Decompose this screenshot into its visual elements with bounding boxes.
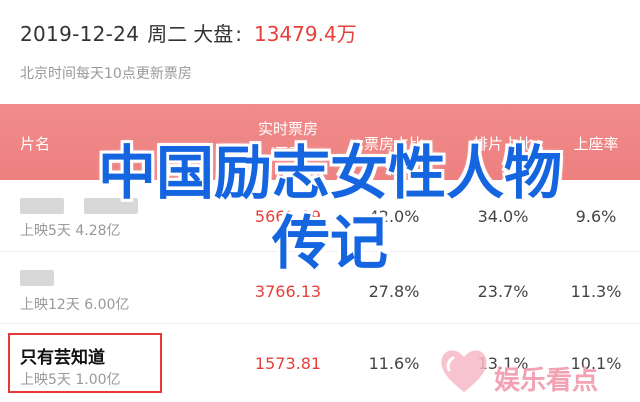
header: 2019-12-24 周二 大盘 : 13479.4万 北京时间每天10点更新票… <box>0 0 640 104</box>
attendance-value: 11.3% <box>570 282 622 301</box>
box-office-value: 3766.13 <box>254 282 322 301</box>
watermark-text: 娱乐看点 <box>494 366 599 396</box>
release-info: 上映12天 6.00亿 <box>20 297 130 313</box>
highlight-box <box>8 333 162 393</box>
column-header-box-office-label: 实时票房 <box>257 120 318 138</box>
date-text: 2019-12-24 <box>20 22 140 46</box>
market-label: 大盘 <box>193 22 234 46</box>
box-share-value: 11.6% <box>368 354 420 373</box>
heart-icon <box>441 350 487 392</box>
overlay-line-2: 传记 <box>271 209 388 277</box>
overlay-caption: 中国励志女性人物 传记 <box>30 138 630 278</box>
box-share-value: 27.8% <box>368 282 420 301</box>
date-line: 2019-12-24 周二 大盘 : 13479.4万 <box>20 18 357 47</box>
total-box-office: 13479.4万 <box>253 22 357 46</box>
update-note: 北京时间每天10点更新票房 <box>20 66 192 82</box>
overlay-line-1: 中国励志女性人物 <box>97 139 562 207</box>
market-colon: : <box>235 22 242 46</box>
box-office-value: 1573.81 <box>254 354 322 373</box>
weekday-text: 周二 <box>147 22 188 46</box>
screening-share-value: 23.7% <box>477 282 529 301</box>
